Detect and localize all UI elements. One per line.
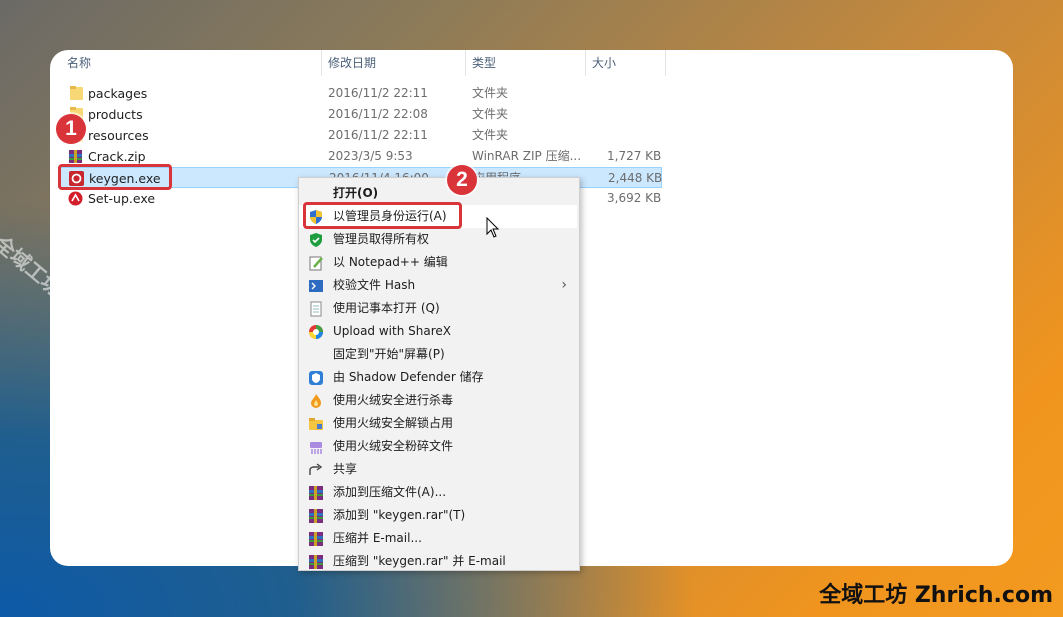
menu-item-huorong-shred[interactable]: 使用火绒安全粉碎文件	[299, 435, 577, 458]
menu-item-label: 固定到"开始"屏幕(P)	[333, 347, 445, 361]
share-icon	[309, 463, 323, 475]
file-row-resources[interactable]: resources 2016/11/2 22:11 文件夹	[58, 125, 662, 146]
sharex-icon	[309, 325, 323, 339]
file-type: 文件夹	[472, 86, 509, 100]
sort-ascending-icon[interactable]: ⌃	[187, 50, 195, 55]
menu-item-shadow-defender[interactable]: 由 Shadow Defender 储存	[299, 366, 577, 389]
powershell-icon	[309, 280, 323, 292]
menu-item-add-keygen-rar[interactable]: 添加到 "keygen.rar"(T)	[299, 504, 577, 527]
shadow-defender-icon	[309, 371, 323, 385]
notepadpp-icon	[309, 256, 323, 271]
menu-item-label: 使用火绒安全解锁占用	[333, 416, 454, 430]
menu-item-label: 添加到压缩文件(A)...	[333, 485, 447, 499]
folder-icon	[70, 86, 83, 100]
column-header-modified[interactable]: 修改日期	[328, 50, 376, 76]
notepad-icon	[310, 301, 322, 317]
menu-item-label: 压缩到 "keygen.rar" 并 E-mail	[333, 554, 506, 568]
file-size: 1,727 KB	[607, 149, 662, 163]
green-shield-icon	[310, 233, 322, 247]
brand-watermark: 全域工坊 Zhrich.com	[819, 583, 1053, 608]
file-type: WinRAR ZIP 压缩...	[472, 149, 582, 163]
column-header-size[interactable]: 大小	[592, 50, 616, 76]
menu-item-label: 共享	[333, 462, 358, 476]
file-type: 文件夹	[472, 107, 509, 121]
file-type: 文件夹	[472, 128, 509, 142]
menu-item-label: 压缩并 E-mail...	[333, 531, 422, 545]
column-divider[interactable]	[465, 50, 466, 76]
menu-item-file-hash[interactable]: 校验文件 Hash ›	[299, 274, 577, 297]
menu-item-share[interactable]: 共享	[299, 458, 577, 481]
file-modified: 2023/3/5 9:53	[328, 149, 413, 163]
submenu-arrow-icon: ›	[561, 277, 567, 293]
adobe-setup-icon	[68, 191, 83, 206]
column-divider[interactable]	[665, 50, 666, 76]
winrar-icon	[309, 532, 323, 546]
shredder-icon	[310, 442, 322, 454]
file-modified: 2016/11/2 22:11	[328, 128, 428, 142]
winrar-icon	[309, 486, 323, 500]
step-2-badge: 2	[447, 165, 477, 195]
file-size: 2,448 KB	[608, 171, 663, 185]
menu-item-label: 使用火绒安全粉碎文件	[333, 439, 454, 453]
menu-item-open-notepad[interactable]: 使用记事本打开 (Q)	[299, 297, 577, 320]
menu-item-label: 管理员取得所有权	[333, 232, 430, 246]
huorong-icon	[311, 394, 321, 408]
menu-item-compress-keygen-email[interactable]: 压缩到 "keygen.rar" 并 E-mail	[299, 550, 577, 570]
menu-item-label: 添加到 "keygen.rar"(T)	[333, 508, 466, 522]
menu-item-sharex[interactable]: Upload with ShareX	[299, 320, 577, 343]
column-header-type[interactable]: 类型	[472, 50, 496, 76]
menu-item-compress-email[interactable]: 压缩并 E-mail...	[299, 527, 577, 550]
winrar-icon	[309, 555, 323, 569]
context-menu: 打开(O) 以管理员身份运行(A) 管理员取得所有权 以 Notepad++ 编…	[298, 177, 580, 571]
column-divider[interactable]	[321, 50, 322, 76]
file-row-products[interactable]: products 2016/11/2 22:08 文件夹	[58, 104, 662, 125]
menu-item-label: 由 Shadow Defender 储存	[333, 370, 484, 384]
menu-item-huorong-scan[interactable]: 使用火绒安全进行杀毒	[299, 389, 577, 412]
run-as-admin-highlight-box	[303, 202, 462, 229]
menu-item-label: 以 Notepad++ 编辑	[333, 255, 448, 269]
step-1-badge: 1	[56, 114, 86, 144]
column-header-name[interactable]: 名称	[67, 50, 91, 76]
menu-item-notepadpp[interactable]: 以 Notepad++ 编辑	[299, 251, 577, 274]
file-row-packages[interactable]: packages 2016/11/2 22:11 文件夹	[58, 83, 662, 104]
menu-item-take-ownership[interactable]: 管理员取得所有权	[299, 228, 577, 251]
file-modified: 2016/11/2 22:11	[328, 86, 428, 100]
mouse-pointer-icon	[486, 217, 500, 238]
menu-item-pin-start[interactable]: 固定到"开始"屏幕(P)	[299, 343, 577, 366]
column-divider[interactable]	[585, 50, 586, 76]
winrar-icon	[69, 150, 82, 163]
winrar-icon	[309, 509, 323, 523]
unlock-folder-icon	[309, 418, 323, 430]
menu-item-label: 使用记事本打开 (Q)	[333, 301, 440, 315]
file-size: 3,692 KB	[607, 191, 662, 205]
file-modified: 2016/11/2 22:08	[328, 107, 428, 121]
keygen-highlight-box	[58, 164, 172, 190]
file-name: resources	[88, 128, 149, 143]
file-name: Set-up.exe	[88, 191, 156, 206]
menu-item-add-archive[interactable]: 添加到压缩文件(A)...	[299, 481, 577, 504]
menu-item-label: 使用火绒安全进行杀毒	[333, 393, 454, 407]
menu-item-label: 校验文件 Hash	[333, 278, 416, 292]
file-name: products	[88, 107, 143, 122]
file-name: packages	[88, 86, 148, 101]
menu-item-huorong-unlock[interactable]: 使用火绒安全解锁占用	[299, 412, 577, 435]
menu-item-label: Upload with ShareX	[333, 324, 451, 338]
